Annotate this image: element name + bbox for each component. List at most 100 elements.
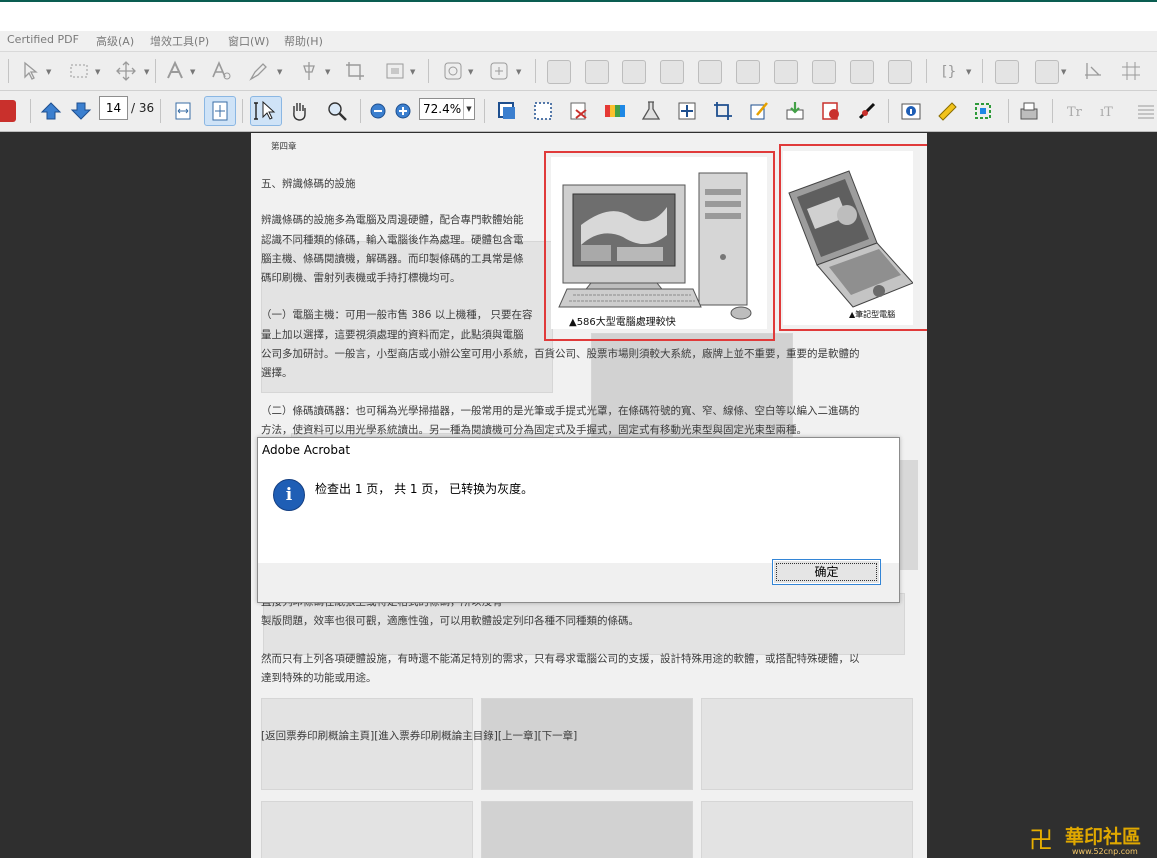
zoom-dropdown-icon[interactable]: ▼ [463, 99, 474, 119]
text-lines-icon[interactable] [1134, 100, 1156, 122]
zoom-level-input[interactable]: 72.4% ▼ [419, 98, 475, 120]
toolbar-separator [484, 99, 485, 123]
menu-certified-pdf[interactable]: Certified PDF [7, 33, 79, 46]
toolbar-separator [242, 99, 243, 123]
page-number-input[interactable]: 14 [99, 96, 128, 120]
menu-help[interactable]: 帮助(H) [284, 33, 323, 49]
pdf-optimizer-icon[interactable] [820, 100, 842, 122]
text-smaller-icon[interactable]: Tr [1064, 100, 1086, 122]
toolbar-separator [160, 99, 161, 123]
marquee-zoom-icon[interactable] [326, 100, 348, 122]
toolbar-advanced-editing: ▼ ▼ ▼ ▼ ▼ ▼ ▼ ▼ ▼ [} ▼ ▼ [0, 52, 1157, 91]
convert-colors-icon[interactable] [488, 60, 510, 82]
dialog-body: i 检查出 1 页， 共 1 页， 已转换为灰度。 [258, 463, 899, 563]
document-icon[interactable] [995, 60, 1019, 84]
annotation-frame [544, 151, 775, 341]
toolbar-navigation: Tr ıT [0, 91, 1157, 132]
javascript-icon[interactable]: [} [940, 60, 962, 82]
flatten-icon[interactable] [812, 60, 836, 84]
text-line: 選擇。 [261, 367, 293, 379]
select-object-icon[interactable] [972, 100, 994, 122]
print-production-icon[interactable] [774, 60, 798, 84]
convert-to-pdf-icon[interactable] [568, 100, 590, 122]
typewriter-icon[interactable] [1018, 100, 1040, 122]
measure-tool-icon[interactable] [936, 100, 958, 122]
dialog-title-bar[interactable]: Adobe Acrobat [258, 438, 899, 463]
text-line: 量上加以選擇，這要視須處理的資料而定，此點須與電腦 [261, 329, 524, 341]
check-icon[interactable] [585, 60, 609, 84]
article-box-icon[interactable] [384, 60, 406, 82]
create-pdf-icon[interactable] [0, 100, 16, 122]
site-watermark: 卍 華印社區 www.52cnp.com [1025, 818, 1157, 858]
banknote-background [261, 801, 473, 858]
next-page-icon[interactable] [70, 100, 92, 122]
grid-icon[interactable] [1120, 60, 1142, 82]
toolbar-separator [8, 59, 9, 83]
hand-tool-icon[interactable] [288, 100, 310, 122]
object-select-icon[interactable] [20, 60, 42, 82]
text-line: 然而只有上列各項硬體設施，有時還不能滿足特別的需求，只有尋求電腦公司的支援，設計… [261, 653, 860, 665]
text-line: 碼印刷機、雷射列表機或手持打標機均可。 [261, 272, 461, 284]
text-line: 達到特殊的功能或用途。 [261, 672, 377, 684]
previous-page-icon[interactable] [40, 100, 62, 122]
text-touchup-icon[interactable] [164, 60, 186, 82]
output-preview-icon[interactable] [442, 60, 464, 82]
toolbar-separator [888, 99, 889, 123]
trim-box-icon[interactable] [532, 100, 554, 122]
snap-icon[interactable] [1082, 60, 1104, 82]
ok-button[interactable]: 确定 [772, 559, 881, 585]
font-touchup-icon[interactable] [210, 60, 232, 82]
toolbar-separator [982, 59, 983, 83]
zoom-out-icon[interactable] [367, 100, 389, 122]
svg-text:Tr: Tr [1067, 105, 1083, 120]
toolbar-separator [428, 59, 429, 83]
edit-icon[interactable] [748, 100, 770, 122]
crop-marks-icon[interactable] [712, 100, 734, 122]
select-tool-icon[interactable] [250, 96, 282, 126]
banknote-background [701, 698, 913, 790]
page-boxes-icon[interactable] [496, 100, 518, 122]
focus-rectangle [776, 563, 877, 581]
warning-icon[interactable] [888, 60, 912, 84]
toolbar-separator [30, 99, 31, 123]
table-icon[interactable] [1035, 60, 1059, 84]
filter-icon[interactable] [698, 60, 722, 84]
crop-page-icon[interactable] [344, 60, 366, 82]
menu-bar: Certified PDF 高级(A) 增效工具(P) 窗口(W) 帮助(H) [0, 31, 1157, 52]
marquee-select-icon[interactable] [68, 60, 90, 82]
info-tool-icon[interactable] [900, 100, 922, 122]
preflight-icon[interactable] [547, 60, 571, 84]
svg-text:[}: [} [942, 64, 956, 80]
watermark-url: www.52cnp.com [1072, 847, 1138, 856]
camera-icon[interactable] [850, 60, 874, 84]
text-larger-icon[interactable]: ıT [1098, 100, 1120, 122]
navigation-links[interactable]: [返回票券印刷概論主頁][進入票券印刷概論主目錄][上一章][下一章] [261, 728, 577, 743]
info-icon: i [273, 479, 305, 511]
watermark-name: 華印社區 [1065, 826, 1142, 848]
move-icon[interactable] [115, 60, 137, 82]
color-separation-icon[interactable] [856, 100, 878, 122]
separations-icon[interactable] [604, 100, 626, 122]
annotation-frame [779, 144, 927, 331]
layout-icon[interactable] [736, 60, 760, 84]
menu-window[interactable]: 窗口(W) [228, 33, 269, 49]
fit-page-icon[interactable] [204, 96, 236, 126]
flask-icon[interactable] [640, 100, 662, 122]
settings-icon[interactable] [660, 60, 684, 84]
pushpin-icon[interactable] [298, 60, 320, 82]
menu-plugins[interactable]: 增效工具(P) [150, 33, 209, 49]
watermark-logo: 卍 [1029, 826, 1053, 854]
fix-hairlines-icon[interactable] [676, 100, 698, 122]
zoom-in-icon[interactable] [392, 100, 414, 122]
pen-tool-icon[interactable] [247, 60, 269, 82]
menu-advanced[interactable]: 高级(A) [96, 33, 134, 49]
text-line: 方法，使資料可以用光學系統讀出。另一種為閱讀機可分為固定式及手握式，固定式有移動… [261, 424, 807, 436]
banknote-background [481, 801, 693, 858]
color-wheel-icon[interactable] [622, 60, 646, 84]
banknote-background [701, 801, 913, 858]
svg-text:ıT: ıT [1100, 105, 1113, 120]
section-title: 五、辨識條碼的設施 [261, 178, 356, 190]
text-line: 製版問題，效率也很可觀，適應性強，可以用軟體設定列印各種不同種類的條碼。 [261, 615, 639, 627]
fit-width-icon[interactable] [172, 100, 194, 122]
download-icon[interactable] [784, 100, 806, 122]
